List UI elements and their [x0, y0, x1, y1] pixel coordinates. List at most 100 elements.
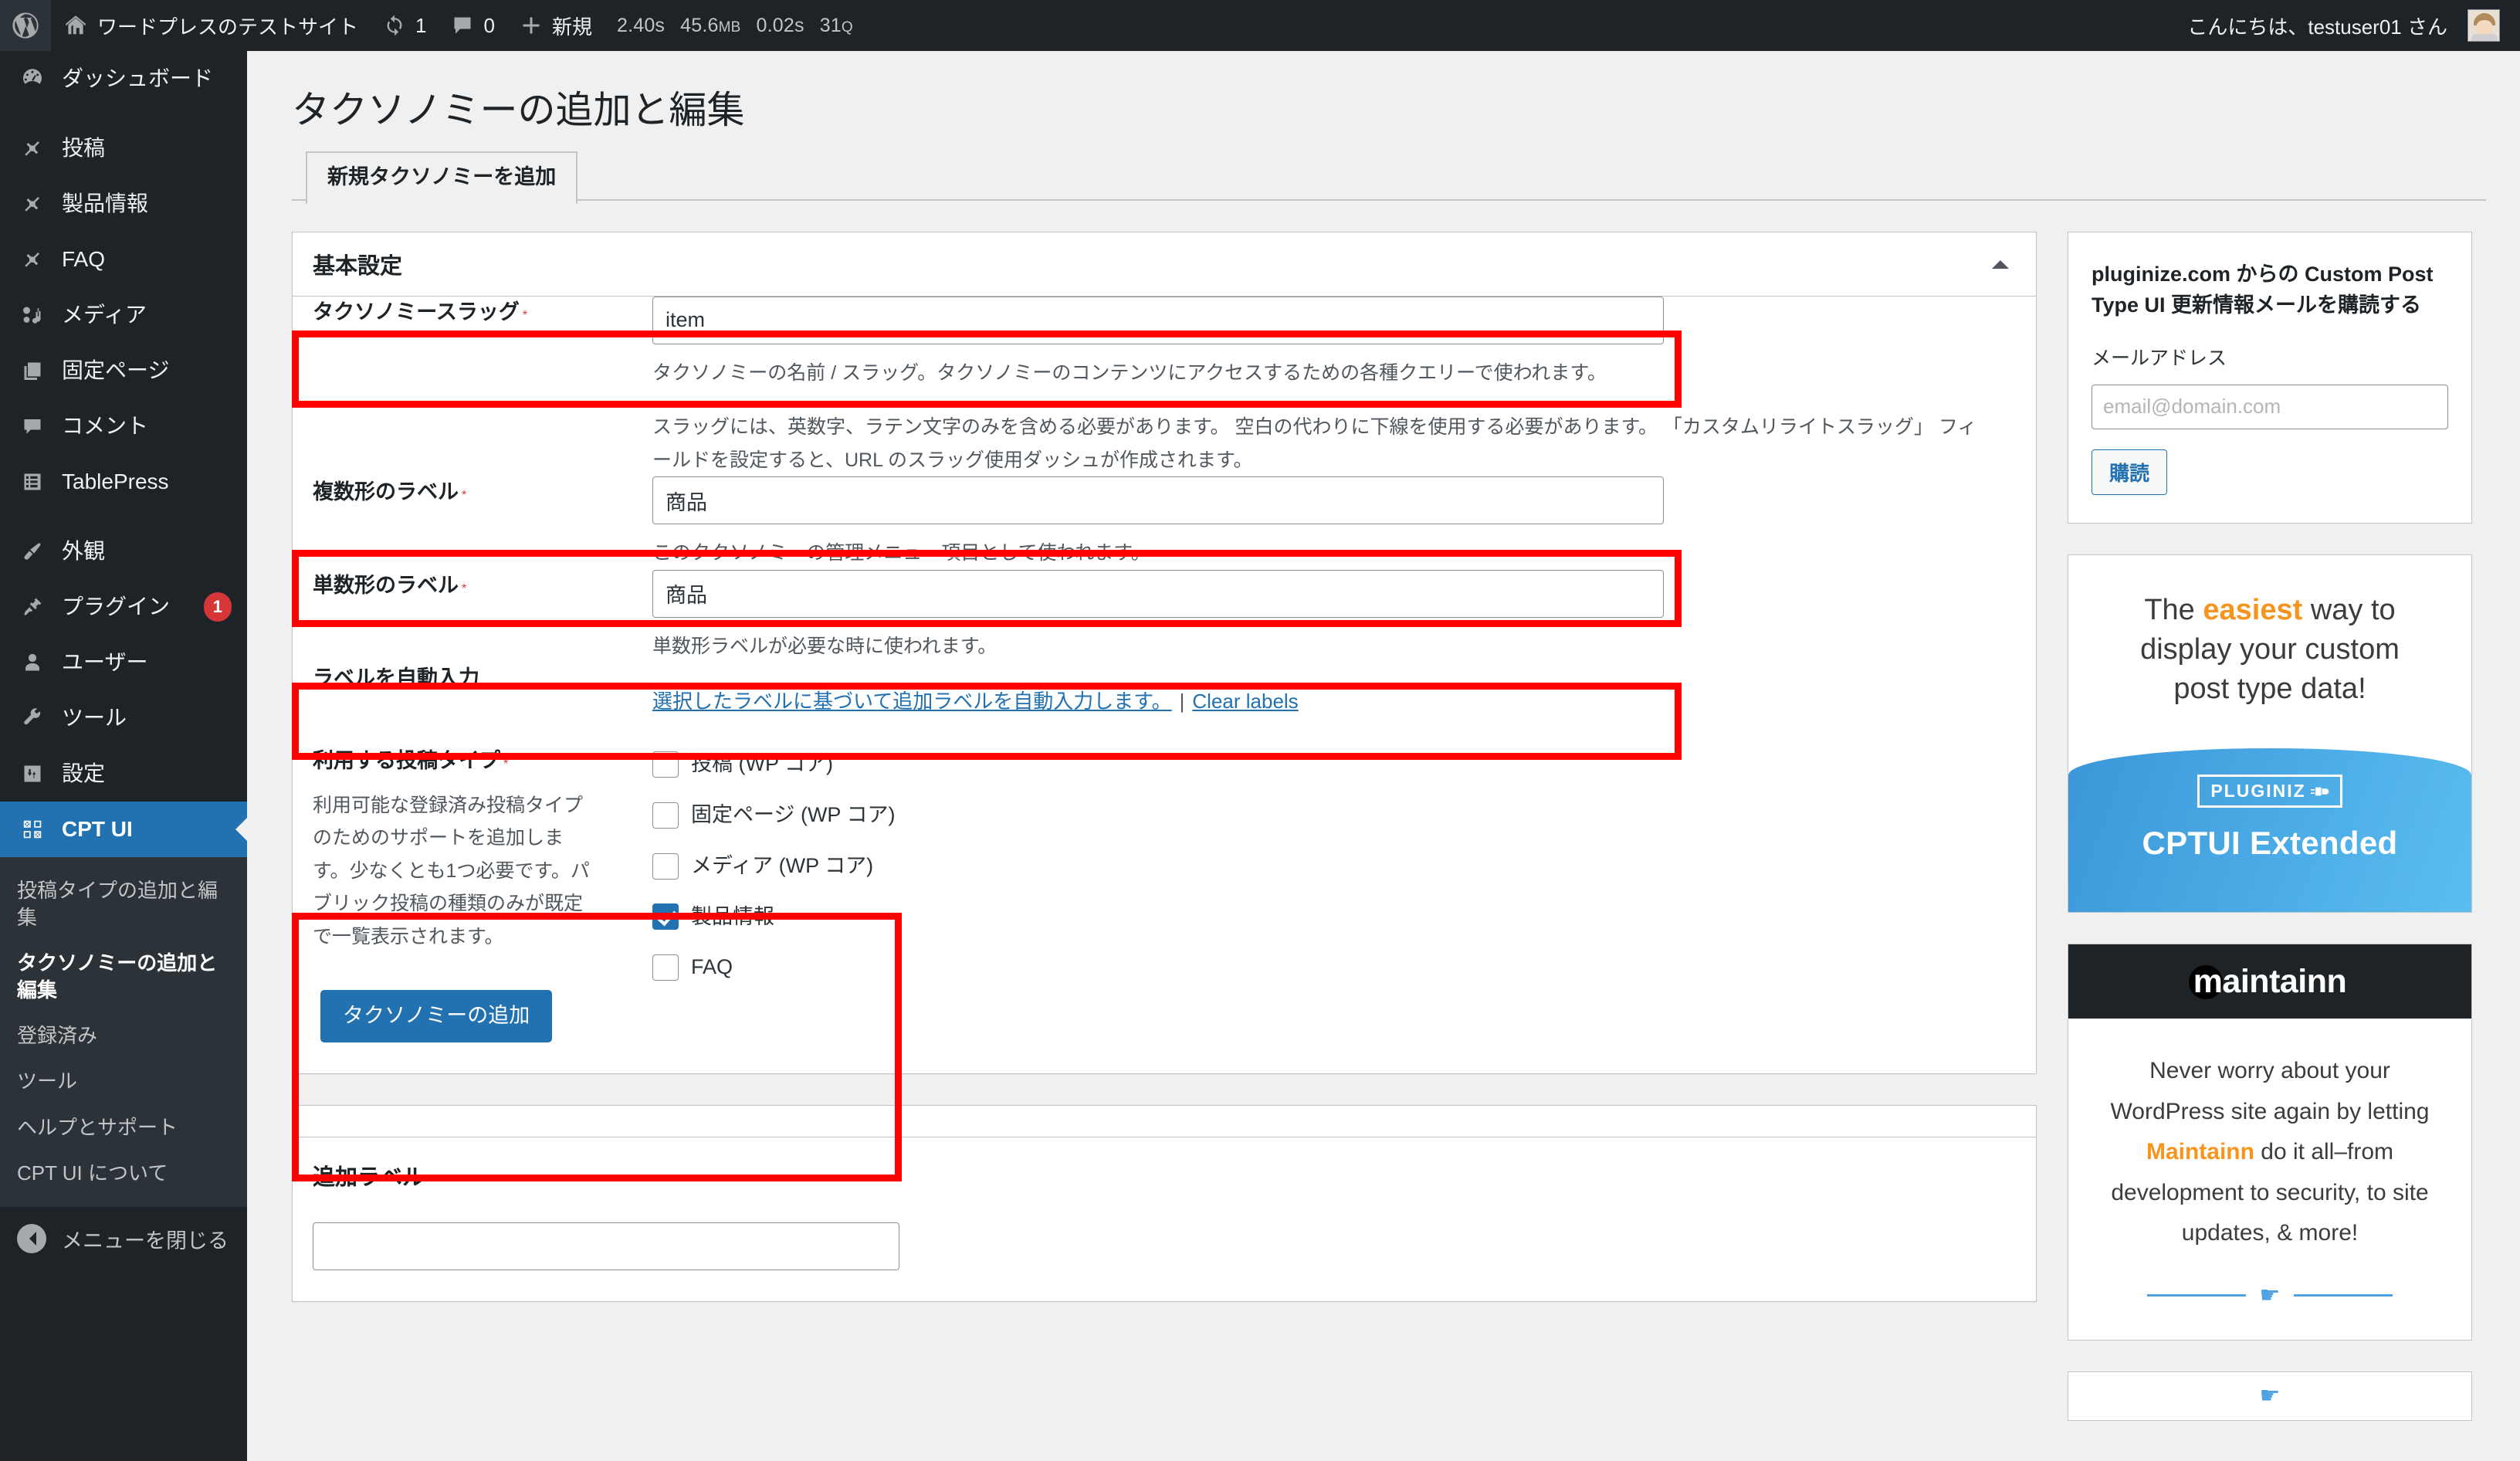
table-icon	[17, 466, 48, 497]
plural-label-input[interactable]	[652, 476, 1664, 524]
post-type-option-label: 投稿 (WP コア)	[691, 750, 833, 779]
maintainn-logo: maintainn	[2193, 963, 2347, 1001]
site-name-menu[interactable]: ワードプレスのテストサイト	[51, 0, 371, 51]
post-type-option-page[interactable]: 固定ページ (WP コア)	[652, 801, 2016, 830]
plug-icon	[2311, 785, 2331, 798]
sidebar-item-tablepress[interactable]: TablePress	[0, 454, 247, 510]
sidebar-item-media[interactable]: メディア	[0, 287, 247, 343]
sidebar-item-appearance[interactable]: 外観	[0, 524, 247, 579]
field-row-plural-label: 複数形のラベル* このタクソノミーの管理メニュー項目として使われます。	[313, 476, 2016, 570]
wordpress-logo-icon	[12, 12, 39, 39]
submenu-item-help-support[interactable]: ヘルプとサポート	[0, 1105, 247, 1151]
post-types-checkbox-list: 投稿 (WP コア) 固定ページ (WP コア)	[652, 747, 2016, 982]
cptui-ad-blue-panel: PLUGINIZ CPTUI Extended	[2068, 748, 2471, 912]
post-type-option-faq[interactable]: FAQ	[652, 953, 2016, 982]
updates-menu[interactable]: 1	[371, 0, 439, 51]
sidebar-item-label: プラグイン	[62, 593, 190, 621]
sidebar-item-settings[interactable]: 設定	[0, 746, 247, 802]
required-marker: *	[523, 309, 527, 322]
additional-labels-title: 追加ラベル	[313, 1159, 2016, 1192]
submenu-item-tools[interactable]: ツール	[0, 1059, 247, 1104]
post-type-option-attachment[interactable]: メディア (WP コア)	[652, 852, 2016, 881]
comments-menu[interactable]: 0	[439, 0, 506, 51]
site-name-label: ワードプレスのテストサイト	[97, 12, 358, 40]
submenu-item-label: 投稿タイプの追加と編集	[17, 879, 218, 929]
cptui-extended-ad[interactable]: The easiest way to display your custom p…	[2068, 554, 2472, 914]
cptui-icon	[17, 814, 48, 845]
sidebar-item-comments[interactable]: コメント	[0, 398, 247, 454]
additional-labels-body: 追加ラベル	[293, 1137, 2036, 1301]
post-type-option-post[interactable]: 投稿 (WP コア)	[652, 750, 2016, 779]
post-type-option-label: 固定ページ (WP コア)	[691, 801, 895, 830]
subscribe-button[interactable]: 購読	[2092, 449, 2167, 495]
subscribe-email-input[interactable]	[2092, 385, 2448, 429]
sidebar-item-dashboard[interactable]: ダッシュボード	[0, 51, 247, 107]
checkbox-icon[interactable]	[652, 802, 679, 829]
sidebar-item-posts[interactable]: 投稿	[0, 120, 247, 176]
checkbox-icon[interactable]	[652, 751, 679, 778]
submenu-item-label: タクソノミーの追加と編集	[17, 951, 217, 1002]
collapse-menu-button[interactable]: メニューを閉じる	[0, 1207, 247, 1271]
maintainn-ad-header: maintainn	[2068, 944, 2471, 1019]
checkbox-icon[interactable]	[652, 954, 679, 981]
checkbox-icon[interactable]	[652, 903, 679, 930]
sidebar-item-product-info[interactable]: 製品情報	[0, 176, 247, 232]
post-type-option-product-info[interactable]: 製品情報	[652, 903, 2016, 932]
submenu-item-registered[interactable]: 登録済み	[0, 1013, 247, 1059]
sidebar-item-users[interactable]: ユーザー	[0, 635, 247, 690]
page-icon	[17, 355, 48, 386]
submenu-item-about-cpt-ui[interactable]: CPT UI について	[0, 1151, 247, 1196]
additional-labels-first-input[interactable]	[313, 1222, 899, 1270]
submenu-item-add-edit-taxonomies[interactable]: タクソノミーの追加と編集	[0, 941, 247, 1013]
pointing-hand-icon: ☛	[2260, 1282, 2281, 1309]
wp-logo-menu[interactable]	[0, 0, 51, 51]
autopopulate-label-cell: ラベルを自動入力	[313, 663, 652, 714]
qm-db-time: 0.02s	[757, 15, 804, 37]
nav-tab-wrapper: 新規タクソノミーを追加	[292, 150, 2486, 201]
query-monitor-menu[interactable]: 2.40s 45.6MB 0.02s 31Q	[605, 15, 865, 37]
sidebar-item-label: コメント	[62, 412, 247, 440]
autopopulate-label: ラベルを自動入力	[313, 666, 479, 690]
sidebar-item-cpt-ui[interactable]: CPT UI	[0, 802, 247, 857]
maintainn-brand-emphasis: Maintainn	[2146, 1139, 2254, 1164]
taxonomy-slug-input[interactable]	[652, 297, 1664, 344]
add-taxonomy-button[interactable]: タクソノミーの追加	[320, 990, 552, 1042]
singular-label: 単数形のラベル	[313, 574, 459, 597]
updates-icon	[383, 14, 406, 37]
auto-populate-labels-link[interactable]: 選択したラベルに基づいて追加ラベルを自動入力します。	[652, 690, 1172, 713]
sidebar-item-tools[interactable]: ツール	[0, 690, 247, 746]
post-types-description: 利用可能な登録済み投稿タイプのためのサポートを追加します。少なくとも1つ必要です…	[313, 789, 591, 954]
tab-add-new-taxonomy[interactable]: 新規タクソノミーを追加	[306, 151, 578, 205]
sidebar-item-label: 製品情報	[62, 190, 247, 218]
media-icon	[17, 300, 48, 331]
submenu-item-add-edit-post-types[interactable]: 投稿タイプの追加と編集	[0, 868, 247, 941]
new-content-menu[interactable]: 新規	[507, 0, 605, 51]
clear-labels-link[interactable]: Clear labels	[1192, 690, 1298, 713]
content-body: タクソノミーの追加と編集 新規タクソノミーを追加 基本設定	[247, 51, 2520, 1421]
side-ad-footer: ☛	[2068, 1371, 2472, 1421]
sidebar-item-label: ツール	[62, 704, 247, 732]
my-account-menu[interactable]: こんにちは、testuser01 さん	[2175, 0, 2520, 51]
checkbox-icon[interactable]	[652, 853, 679, 880]
admin-sidebar-menu: ダッシュボード 投稿 製品情報 FAQ メディア 固定ページ	[0, 51, 247, 1461]
chevron-left-icon	[17, 1224, 46, 1253]
chevron-up-icon[interactable]	[1985, 249, 2016, 280]
comment-bubble-icon	[451, 14, 474, 37]
cptui-ad-line1-a: The	[2144, 594, 2203, 626]
cptui-ad-line3: post type data!	[2173, 673, 2366, 705]
plural-label: 複数形のラベル	[313, 480, 459, 503]
wrench-icon	[17, 703, 48, 734]
singular-label-input[interactable]	[652, 570, 1664, 618]
sidebar-item-plugins[interactable]: プラグイン 1	[0, 579, 247, 635]
field-row-post-types: 利用する投稿タイプ* 利用可能な登録済み投稿タイプのためのサポートを追加します。…	[313, 714, 2016, 982]
slug-field-cell: タクソノミーの名前 / スラッグ。タクソノミーのコンテンツにアクセスするための各…	[652, 297, 2016, 477]
plural-label-cell: 複数形のラベル*	[313, 476, 652, 570]
dashboard-icon	[17, 63, 48, 94]
sidebar-item-label: CPT UI	[62, 815, 247, 843]
pointing-hand-icon: ☛	[2260, 1382, 2281, 1409]
basic-settings-table: タクソノミースラッグ* タクソノミーの名前 / スラッグ。タクソノミーのコンテン…	[313, 297, 2016, 982]
maintainn-ad[interactable]: maintainn Never worry about your WordPre…	[2068, 944, 2472, 1341]
sidebar-item-pages[interactable]: 固定ページ	[0, 343, 247, 398]
sidebar-item-faq[interactable]: FAQ	[0, 232, 247, 287]
page-title: タクソノミーの追加と編集	[292, 86, 2486, 136]
